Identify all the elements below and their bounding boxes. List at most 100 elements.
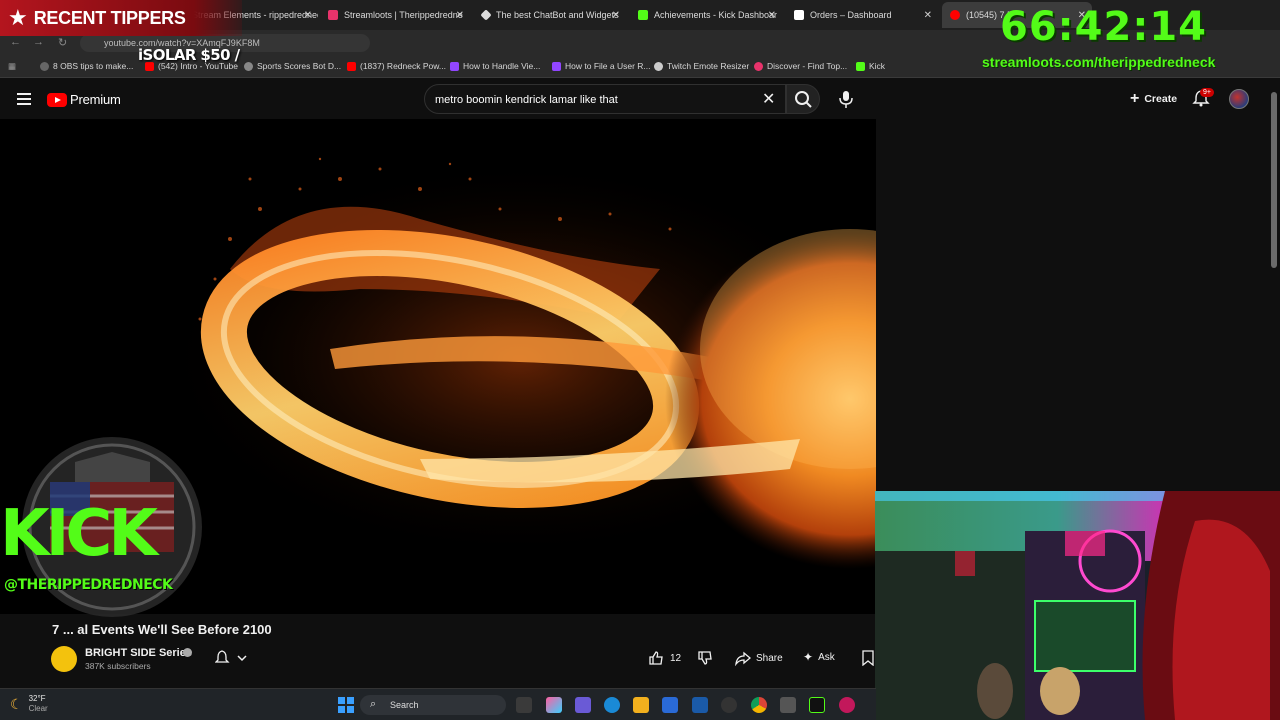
store-icon[interactable] — [662, 697, 678, 713]
bell-chevron-icon — [214, 650, 247, 663]
save-button[interactable] — [862, 650, 874, 666]
star-icon: ★ — [8, 5, 28, 30]
back-icon[interactable]: ← — [10, 36, 21, 48]
kick-icon — [638, 10, 648, 20]
bookmark-label: (1837) Redneck Pow... — [360, 61, 446, 71]
twitch-icon — [552, 61, 561, 71]
bookmark-label: Sports Scores Bot D... — [257, 61, 342, 71]
tab-streamloots[interactable]: Streamloots | Therippedredne ✕ — [320, 2, 470, 28]
ask-label: Ask — [818, 651, 835, 663]
youtube-header: Premium metro boomin kendrick lamar like… — [0, 79, 1280, 119]
kick-overlay: KICK @THERIPPEDREDNECK — [0, 432, 225, 622]
copilot-icon[interactable] — [546, 697, 562, 713]
weather-condition: Clear — [28, 704, 48, 713]
windows-start-icon[interactable] — [338, 697, 354, 713]
reload-icon[interactable]: ↻ — [58, 36, 67, 49]
edge-icon[interactable] — [604, 697, 620, 713]
streamloots-icon — [328, 10, 338, 20]
globe-icon — [654, 61, 663, 71]
webcam-room-image — [875, 491, 1280, 720]
app-icon[interactable] — [780, 697, 796, 713]
music-icon[interactable] — [839, 697, 855, 713]
close-icon[interactable]: ✕ — [768, 10, 776, 21]
verified-badge-icon — [183, 648, 192, 657]
dislike-button[interactable] — [697, 650, 713, 666]
bookmark-label: Twitch Emote Resizer — [667, 61, 750, 71]
ask-button[interactable]: ✦ Ask — [803, 650, 835, 664]
outlook-icon[interactable] — [692, 697, 708, 713]
subscription-bell-button[interactable] — [214, 650, 249, 671]
voice-search-button[interactable] — [832, 85, 860, 113]
tab-label: Orders – Dashboard — [810, 10, 892, 20]
kick-logo-text: KICK — [0, 497, 158, 571]
tab-kick-achievements[interactable]: Achievements - Kick Dashboar ✕ — [630, 2, 782, 28]
close-icon[interactable]: ✕ — [612, 10, 620, 21]
notification-badge: 9+ — [1200, 88, 1214, 97]
thumbs-up-icon — [649, 651, 663, 665]
discover-icon — [754, 61, 763, 71]
channel-name[interactable]: BRIGHT SIDE Series — [85, 647, 192, 659]
recent-tippers-banner: ★ RECENT TIPPERS — [0, 0, 242, 36]
hamburger-menu-icon[interactable] — [17, 93, 31, 105]
like-button[interactable]: 12 — [648, 650, 681, 666]
video-title: 7 ... al Events We'll See Before 2100 — [52, 622, 272, 637]
bookmark-icon — [40, 61, 49, 71]
bookmark-kick[interactable]: Kick — [856, 61, 885, 71]
clear-search-icon[interactable]: ✕ — [762, 89, 775, 109]
file-explorer-icon[interactable] — [633, 697, 649, 713]
forward-icon[interactable]: → — [33, 36, 44, 48]
tab-label: Streamloots | Therippedredne — [344, 10, 463, 20]
bookmark-label: How to File a User R... — [565, 61, 651, 71]
globe-icon — [244, 61, 253, 71]
terminal-icon[interactable] — [809, 697, 825, 713]
logo-word: Premium — [70, 92, 121, 107]
chrome-icon[interactable] — [751, 697, 767, 713]
search-button[interactable] — [786, 84, 820, 114]
create-label: Create — [1144, 93, 1178, 105]
bookmark-discover[interactable]: Discover - Find Top... — [754, 61, 847, 71]
search-icon — [795, 91, 812, 108]
bookmark-label: Kick — [869, 61, 886, 71]
chatbot-icon — [480, 9, 492, 21]
channel-avatar[interactable] — [51, 646, 77, 672]
bookmark-redneck-pow[interactable]: (1837) Redneck Pow... — [347, 61, 446, 71]
page-scrollbar[interactable] — [1271, 92, 1277, 268]
share-button[interactable]: Share — [735, 650, 783, 666]
tab-chatbot[interactable]: The best ChatBot and Widgets ✕ — [474, 2, 626, 28]
obs-icon[interactable] — [721, 697, 737, 713]
close-icon[interactable]: ✕ — [924, 10, 932, 21]
kick-icon — [856, 61, 865, 71]
bookmark-obs-tips[interactable]: 8 OBS tips to make... — [40, 61, 133, 71]
taskbar-search-label: Search — [390, 700, 419, 710]
bookmark-emote-resizer[interactable]: Twitch Emote Resizer — [654, 61, 749, 71]
tab-orders-dashboard[interactable]: Orders – Dashboard ✕ — [786, 2, 938, 28]
close-icon[interactable]: ✕ — [304, 10, 312, 21]
streamloots-link: streamloots.com/therippedredneck — [982, 54, 1216, 70]
apps-icon[interactable]: ▦ — [8, 61, 16, 72]
taskbar-search[interactable]: ⌕ Search — [360, 695, 506, 715]
share-arrow-icon — [735, 651, 751, 666]
account-avatar[interactable] — [1229, 89, 1249, 109]
dashboard-icon — [794, 10, 804, 20]
sparkle-icon: ✦ — [803, 650, 814, 664]
bookmark-file-report[interactable]: How to File a User R... — [552, 61, 651, 71]
kick-handle: @THERIPPEDREDNECK — [4, 577, 173, 593]
bookmark-sports-bot[interactable]: Sports Scores Bot D... — [244, 61, 341, 71]
create-button[interactable]: + Create — [1122, 86, 1185, 112]
webcam-feed — [875, 491, 1280, 720]
teams-icon[interactable] — [575, 697, 591, 713]
youtube-icon — [347, 61, 356, 71]
bookmark-label: 8 OBS tips to make... — [53, 61, 134, 71]
youtube-premium-logo[interactable]: Premium — [47, 92, 121, 107]
weather-widget[interactable]: ☾ 32°F Clear — [10, 694, 48, 714]
search-input[interactable]: metro boomin kendrick lamar like that — [424, 84, 786, 114]
task-view-icon[interactable] — [516, 697, 532, 713]
moon-icon: ☾ — [10, 695, 23, 712]
close-icon[interactable]: ✕ — [456, 10, 464, 21]
plus-icon: + — [1130, 90, 1140, 107]
bookmark-handle-viewers[interactable]: How to Handle Vie... — [450, 61, 540, 71]
youtube-icon — [950, 10, 960, 20]
recent-tippers-title: RECENT TIPPERS — [33, 7, 186, 28]
search-icon: ⌕ — [370, 698, 377, 710]
temperature: 32°F — [28, 694, 46, 703]
